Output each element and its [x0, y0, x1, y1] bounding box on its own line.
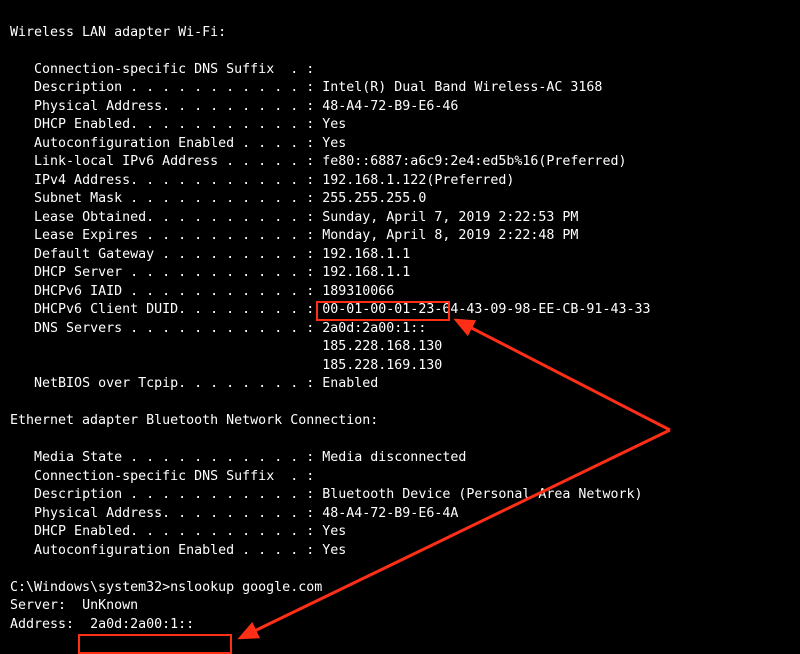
wifi-row: Lease Obtained. . . . . . . . . . : Sund…	[34, 210, 578, 225]
wifi-row: Connection-specific DNS Suffix . :	[34, 62, 322, 77]
wifi-row: Subnet Mask . . . . . . . . . . . : 255.…	[34, 191, 426, 206]
nslookup-server: Server: UnKnown	[10, 598, 138, 613]
wifi-row: Physical Address. . . . . . . . . : 48-A…	[34, 99, 458, 114]
nslookup-address: Address: 2a0d:2a00:1::	[10, 617, 194, 632]
bt-row: Connection-specific DNS Suffix . :	[34, 469, 322, 484]
wifi-header: Wireless LAN adapter Wi-Fi:	[10, 25, 226, 40]
wifi-row: Lease Expires . . . . . . . . . . : Mond…	[34, 228, 578, 243]
bt-row: Description . . . . . . . . . . . : Blue…	[34, 487, 642, 502]
terminal-output[interactable]: Wireless LAN adapter Wi-Fi: Connection-s…	[0, 0, 800, 634]
bt-row: Autoconfiguration Enabled . . . . : Yes	[34, 543, 346, 558]
wifi-row: DHCP Server . . . . . . . . . . . : 192.…	[34, 265, 410, 280]
prompt-path: C:\Windows\system32>	[10, 580, 170, 595]
bt-row: Physical Address. . . . . . . . . : 48-A…	[34, 506, 458, 521]
wifi-row: DNS Servers . . . . . . . . . . . : 2a0d…	[34, 321, 426, 336]
wifi-row: Default Gateway . . . . . . . . . : 192.…	[34, 247, 410, 262]
wifi-row: DHCPv6 IAID . . . . . . . . . . . : 1893…	[34, 284, 394, 299]
wifi-row: DHCP Enabled. . . . . . . . . . . : Yes	[34, 117, 346, 132]
wifi-row: IPv4 Address. . . . . . . . . . . : 192.…	[34, 173, 514, 188]
bt-header: Ethernet adapter Bluetooth Network Conne…	[10, 413, 378, 428]
wifi-row: DHCPv6 Client DUID. . . . . . . . : 00-0…	[34, 302, 650, 317]
nslookup-address-value: 2a0d:2a00:1::	[90, 617, 194, 632]
wifi-row: Link-local IPv6 Address . . . . . : fe80…	[34, 154, 626, 169]
wifi-row: Description . . . . . . . . . . . : Inte…	[34, 80, 602, 95]
prompt-command: nslookup google.com	[170, 580, 322, 595]
wifi-row: Autoconfiguration Enabled . . . . : Yes	[34, 136, 346, 151]
highlight-nslookup-address	[78, 634, 232, 654]
dns-extra: 185.228.168.130	[322, 339, 442, 354]
dns-primary: 2a0d:2a00:1::	[322, 321, 426, 336]
dns-extra: 185.228.169.130	[322, 358, 442, 373]
prompt-line[interactable]: C:\Windows\system32>nslookup google.com	[10, 580, 322, 595]
bt-row: Media State . . . . . . . . . . . : Medi…	[34, 450, 466, 465]
bt-row: DHCP Enabled. . . . . . . . . . . : Yes	[34, 524, 346, 539]
netbios-row: NetBIOS over Tcpip. . . . . . . . : Enab…	[34, 376, 378, 391]
